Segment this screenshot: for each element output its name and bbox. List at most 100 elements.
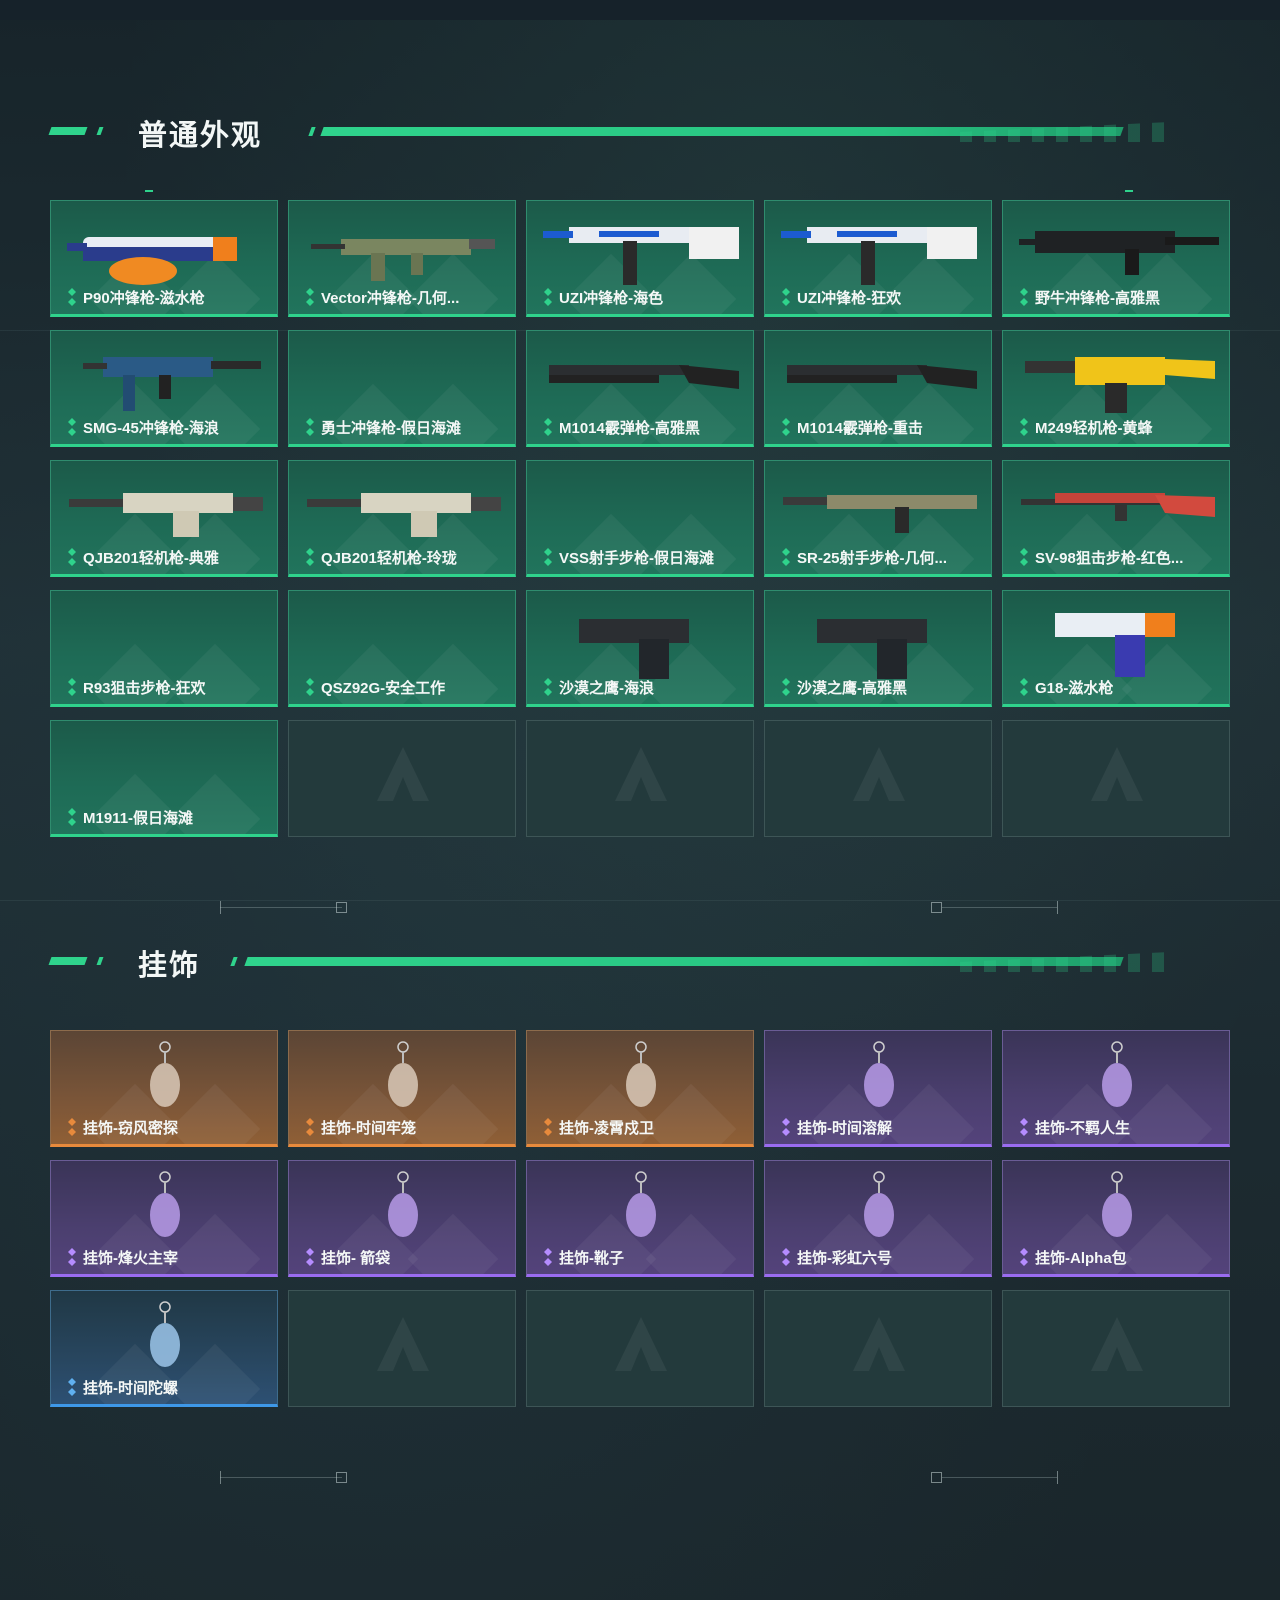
item-card[interactable]: 挂饰-时间溶解 — [764, 1030, 992, 1147]
rarity-icon — [779, 288, 793, 306]
rarity-icon — [65, 1118, 79, 1136]
item-name: SMG-45冲锋枪-海浪 — [83, 420, 219, 437]
desert-eagle-waves-icon — [539, 599, 743, 681]
item-card[interactable]: 挂饰-烽火主宰 — [50, 1160, 278, 1277]
uzi-sea-color-icon — [539, 209, 743, 291]
quiver-charm-icon — [373, 1169, 433, 1251]
rarity-icon — [779, 1248, 793, 1266]
item-card[interactable] — [764, 720, 992, 837]
placeholder-logo-icon — [1085, 743, 1149, 807]
rainbow-six-charm-icon — [849, 1169, 909, 1251]
rarity-icon — [303, 1118, 317, 1136]
alpha-bag-charm-icon — [1087, 1169, 1147, 1251]
rarity-icon — [65, 418, 79, 436]
rarity-icon — [779, 678, 793, 696]
item-name: M1014霰弹枪-高雅黑 — [559, 420, 700, 437]
header-dash — [96, 957, 104, 965]
rarity-icon — [65, 1378, 79, 1396]
item-card[interactable] — [1002, 720, 1230, 837]
item-card[interactable]: UZI冲锋枪-海色 — [526, 200, 754, 317]
qjb201-exquisite-icon — [301, 469, 505, 551]
item-name: 挂饰-窃风密探 — [83, 1120, 178, 1137]
item-card[interactable] — [288, 1290, 516, 1407]
item-card[interactable]: 挂饰-时间牢笼 — [288, 1030, 516, 1147]
item-card[interactable]: 沙漠之鹰-高雅黑 — [764, 590, 992, 707]
rarity-icon — [65, 1248, 79, 1266]
rarity-icon — [1017, 548, 1031, 566]
item-card[interactable] — [764, 1290, 992, 1407]
rarity-icon — [303, 678, 317, 696]
bizon-elegant-black-icon — [1015, 209, 1219, 291]
item-card[interactable]: 挂饰-不羁人生 — [1002, 1030, 1230, 1147]
marker — [1125, 190, 1133, 192]
item-card[interactable]: 挂饰- 箭袋 — [288, 1160, 516, 1277]
item-name: M1911-假日海滩 — [83, 810, 194, 827]
placeholder-logo-icon — [609, 743, 673, 807]
item-card[interactable]: M249轻机枪-黄蜂 — [1002, 330, 1230, 447]
item-name: M1014霰弹枪-重击 — [797, 420, 923, 437]
item-card[interactable]: M1014霰弹枪-高雅黑 — [526, 330, 754, 447]
section-title: 普通外观 — [138, 120, 263, 152]
item-name: SR-25射手步枪-几何... — [797, 550, 948, 567]
container-charm-icon — [135, 1169, 195, 1251]
m249-hornet-icon — [1015, 339, 1219, 421]
item-card[interactable] — [526, 720, 754, 837]
decorative-divider — [0, 898, 1280, 918]
item-card[interactable]: VSS射手步枪-假日海滩 — [526, 460, 754, 577]
item-card[interactable]: SV-98狙击步枪-红色... — [1002, 460, 1230, 577]
item-name: 野牛冲锋枪-高雅黑 — [1035, 290, 1160, 307]
item-card[interactable]: SR-25射手步枪-几何... — [764, 460, 992, 577]
item-card[interactable] — [288, 720, 516, 837]
item-card[interactable]: 挂饰-窃风密探 — [50, 1030, 278, 1147]
item-card[interactable]: 勇士冲锋枪-假日海滩 — [288, 330, 516, 447]
item-card[interactable]: R93狙击步枪-狂欢 — [50, 590, 278, 707]
deco-tick — [1057, 901, 1058, 914]
rarity-icon — [541, 548, 555, 566]
item-card[interactable]: 挂饰-彩虹六号 — [764, 1160, 992, 1277]
item-name: P90冲锋枪-滋水枪 — [83, 290, 205, 307]
time-top-charm-icon — [135, 1299, 195, 1381]
item-card[interactable]: QSZ92G-安全工作 — [288, 590, 516, 707]
item-card[interactable]: SMG-45冲锋枪-海浪 — [50, 330, 278, 447]
desert-eagle-black-icon — [777, 599, 981, 681]
deco-square — [931, 902, 942, 913]
item-card[interactable]: G18-滋水枪 — [1002, 590, 1230, 707]
item-card[interactable]: Vector冲锋枪-几何... — [288, 200, 516, 317]
rarity-icon — [1017, 1118, 1031, 1136]
deco-line — [220, 907, 342, 908]
item-card[interactable]: M1014霰弹枪-重击 — [764, 330, 992, 447]
placeholder-logo-icon — [371, 743, 435, 807]
item-card[interactable] — [526, 1290, 754, 1407]
sneaker-charm-icon — [1087, 1039, 1147, 1121]
header-dash — [48, 127, 88, 135]
item-name: R93狙击步枪-狂欢 — [83, 680, 206, 697]
rarity-icon — [303, 418, 317, 436]
item-name: QJB201轻机枪-典雅 — [83, 550, 219, 567]
item-card[interactable]: M1911-假日海滩 — [50, 720, 278, 837]
item-name: 挂饰-时间溶解 — [797, 1120, 892, 1137]
item-name: QSZ92G-安全工作 — [321, 680, 446, 697]
item-name: 挂饰-烽火主宰 — [83, 1250, 178, 1267]
item-name: 挂饰-不羁人生 — [1035, 1120, 1130, 1137]
rarity-icon — [779, 1118, 793, 1136]
item-card[interactable]: 挂饰-靴子 — [526, 1160, 754, 1277]
placeholder-logo-icon — [1085, 1313, 1149, 1377]
item-name: 挂饰-时间牢笼 — [321, 1120, 416, 1137]
item-card[interactable]: 挂饰-时间陀螺 — [50, 1290, 278, 1407]
item-name: VSS射手步枪-假日海滩 — [559, 550, 715, 567]
rarity-icon — [541, 678, 555, 696]
item-card[interactable]: 挂饰-凌霄戍卫 — [526, 1030, 754, 1147]
item-card[interactable]: QJB201轻机枪-玲珑 — [288, 460, 516, 577]
qjb201-classic-icon — [63, 469, 267, 551]
item-card[interactable]: 沙漠之鹰-海浪 — [526, 590, 754, 707]
item-card[interactable]: UZI冲锋枪-狂欢 — [764, 200, 992, 317]
item-card[interactable]: 挂饰-Alpha包 — [1002, 1160, 1230, 1277]
item-card[interactable] — [1002, 1290, 1230, 1407]
item-card[interactable]: P90冲锋枪-滋水枪 — [50, 200, 278, 317]
item-card[interactable]: QJB201轻机枪-典雅 — [50, 460, 278, 577]
marker — [145, 190, 153, 192]
time-dissolve-charm-icon — [849, 1039, 909, 1121]
sv98-red-icon — [1015, 469, 1219, 551]
sr25-geometry-icon — [777, 469, 981, 551]
item-card[interactable]: 野牛冲锋枪-高雅黑 — [1002, 200, 1230, 317]
